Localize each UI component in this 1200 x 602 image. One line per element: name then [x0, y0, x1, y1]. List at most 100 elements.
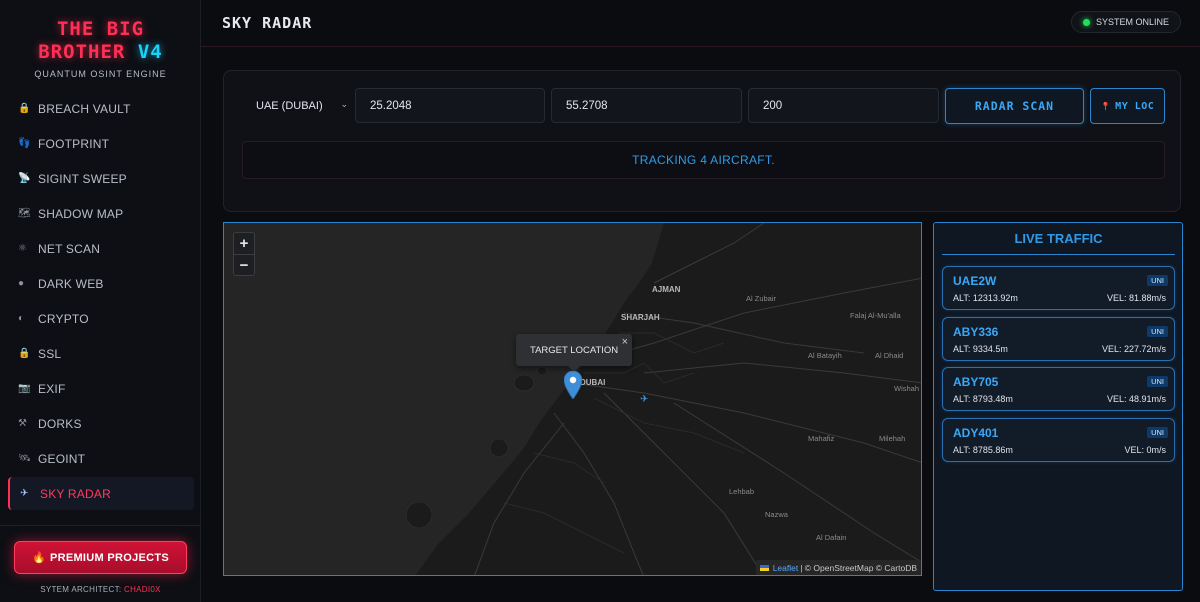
flight-altitude: ALT: 12313.92m	[953, 293, 1018, 303]
flight-callsign: ADY401	[953, 426, 999, 440]
target-location-popup: TARGET LOCATION ×	[516, 334, 632, 366]
app-root: THE BIG BROTHER V4 QUANTUM OSINT ENGINE …	[0, 0, 1200, 602]
sidebar: THE BIG BROTHER V4 QUANTUM OSINT ENGINE …	[0, 0, 201, 602]
architect-handle[interactable]: CHADI0X	[124, 585, 161, 594]
premium-label: PREMIUM PROJECTS	[49, 551, 170, 564]
flight-card[interactable]: ABY336 UNI ALT: 9334.5m VEL: 227.72m/s	[942, 317, 1175, 361]
sidebar-item-ssl[interactable]: 🔒 SSL	[8, 337, 194, 370]
flight-altitude: ALT: 8793.48m	[953, 394, 1013, 404]
satellite-icon: 🛰	[18, 453, 31, 464]
architect-credit: SYTEM ARCHITECT: CHADI0X	[0, 585, 201, 594]
brand-logo: THE BIG BROTHER V4 QUANTUM OSINT ENGINE	[0, 18, 201, 79]
tracking-status: TRACKING 4 AIRCRAFT.	[242, 141, 1165, 179]
sidebar-item-sigint-sweep[interactable]: 📡 SIGINT SWEEP	[8, 162, 194, 195]
scan-control-panel: UAE (DUBAI) ⌄ RADAR SCAN 📍 MY LOC TRACKI…	[223, 70, 1181, 212]
sidebar-item-exif[interactable]: 📷 EXIF	[8, 372, 194, 405]
system-status-badge: SYSTEM ONLINE	[1070, 11, 1181, 33]
zoom-control: + −	[233, 232, 255, 276]
flight-card[interactable]: ABY705 UNI ALT: 8793.48m VEL: 48.91m/s	[942, 367, 1175, 411]
flight-card[interactable]: ADY401 UNI ALT: 8785.86m VEL: 0m/s	[942, 418, 1175, 462]
sidebar-item-label: SSL	[38, 346, 62, 361]
brand-title-line2: BROTHER	[38, 41, 126, 63]
sidebar-item-footprint[interactable]: 👣 FOOTPRINT	[8, 127, 194, 160]
flight-badge: UNI	[1147, 326, 1168, 337]
flight-altitude: ALT: 9334.5m	[953, 344, 1008, 354]
camera-icon: 📷	[18, 383, 31, 394]
region-select[interactable]: UAE (DUBAI) ⌄	[242, 88, 354, 123]
sidebar-item-label: BREACH VAULT	[38, 101, 131, 116]
map-label: SHARJAH	[621, 313, 660, 322]
latitude-input[interactable]	[370, 99, 544, 112]
sidebar-item-sky-radar[interactable]: ✈ SKY RADAR	[8, 477, 194, 510]
leaflet-link[interactable]: Leaflet	[773, 563, 799, 573]
close-icon[interactable]: ×	[622, 336, 628, 348]
brand-title: THE BIG BROTHER V4	[0, 18, 201, 64]
flight-badge: UNI	[1147, 275, 1168, 286]
map-attribution: Leaflet | © OpenStreetMap © CartoDB	[755, 560, 921, 575]
page-title: SKY RADAR	[222, 14, 313, 32]
radius-input[interactable]	[763, 99, 938, 112]
status-dot-icon	[1082, 18, 1090, 26]
live-traffic-panel: LIVE TRAFFIC UAE2W UNI ALT: 12313.92m VE…	[933, 222, 1183, 591]
map-label: Falaj Al-Mu'alla	[850, 311, 901, 320]
flight-callsign: UAE2W	[953, 274, 997, 288]
sidebar-item-geoint[interactable]: 🛰 GEOINT	[8, 442, 194, 475]
flight-velocity: VEL: 227.72m/s	[1101, 344, 1166, 354]
top-bar: SKY RADAR SYSTEM ONLINE	[201, 0, 1200, 47]
map-label: Milehah	[879, 434, 906, 443]
sidebar-item-dorks[interactable]: ⚒ DORKS	[8, 407, 194, 440]
longitude-field[interactable]	[551, 88, 742, 123]
attribution-text: | © OpenStreetMap © CartoDB	[800, 562, 917, 573]
sidebar-item-label: SIGINT SWEEP	[38, 171, 127, 186]
my-location-button[interactable]: 📍 MY LOC	[1090, 88, 1165, 124]
map-label: DUBAI	[580, 378, 606, 387]
sidebar-item-label: CRYPTO	[38, 311, 89, 326]
onion-icon: ●	[18, 278, 25, 289]
sidebar-item-breach-vault[interactable]: 🔒 BREACH VAULT	[8, 92, 194, 125]
live-traffic-title: LIVE TRAFFIC	[942, 231, 1175, 255]
sidebar-item-crypto[interactable]: ◐ CRYPTO	[8, 302, 194, 335]
premium-projects-button[interactable]: 🔥 PREMIUM PROJECTS	[14, 541, 187, 574]
map-tiles	[224, 223, 921, 575]
sidebar-item-shadow-map[interactable]: 🗺 SHADOW MAP	[8, 197, 194, 230]
sidebar-item-label: GEOINT	[38, 451, 86, 466]
latitude-field[interactable]	[355, 88, 545, 123]
system-status-text: SYSTEM ONLINE	[1095, 17, 1169, 27]
map-icon: 🗺	[18, 208, 31, 219]
tools-icon: ⚒	[18, 418, 28, 429]
radar-map[interactable]: + − AJMAN SHARJAH DUBAI Al Zubair Falaj …	[223, 222, 922, 576]
brand-version: V4	[137, 41, 163, 63]
region-select-value: UAE (DUBAI)	[256, 99, 323, 112]
map-label: Mahafiz	[808, 434, 835, 443]
map-label: Al Zubair	[746, 294, 777, 303]
flight-badge: UNI	[1147, 427, 1168, 438]
radar-scan-button[interactable]: RADAR SCAN	[945, 88, 1084, 124]
flight-altitude: ALT: 8785.86m	[953, 445, 1013, 455]
sidebar-item-net-scan[interactable]: ⚛ NET SCAN	[8, 232, 194, 265]
flight-card[interactable]: UAE2W UNI ALT: 12313.92m VEL: 81.88m/s	[942, 266, 1175, 310]
satellite-dish-icon: 📡	[18, 173, 31, 184]
footprint-icon: 👣	[18, 138, 31, 149]
longitude-input[interactable]	[566, 99, 741, 112]
aircraft-marker-icon[interactable]: ✈	[640, 394, 648, 405]
sidebar-item-dark-web[interactable]: ● DARK WEB	[8, 267, 194, 300]
zoom-out-button[interactable]: −	[234, 254, 254, 275]
zoom-in-button[interactable]: +	[234, 233, 254, 254]
sidebar-nav: 🔒 BREACH VAULT 👣 FOOTPRINT 📡 SIGINT SWEE…	[8, 92, 194, 512]
sidebar-item-label: EXIF	[38, 381, 66, 396]
flight-velocity: VEL: 48.91m/s	[1106, 394, 1166, 404]
map-label: Nazwa	[765, 510, 788, 519]
brand-title-line1: THE BIG	[56, 18, 145, 40]
sidebar-item-label: FOOTPRINT	[38, 136, 110, 151]
sidebar-item-label: NET SCAN	[38, 241, 101, 256]
fire-icon: 🔥	[31, 552, 46, 564]
flight-callsign: ABY336	[953, 325, 999, 339]
lock-icon: 🔒	[18, 103, 31, 114]
ukraine-flag-icon	[759, 564, 769, 571]
chevron-down-icon: ⌄	[340, 99, 348, 109]
brand-subtitle: QUANTUM OSINT ENGINE	[34, 69, 167, 79]
flight-badge: UNI	[1147, 376, 1168, 387]
radius-field[interactable]	[748, 88, 939, 123]
coin-icon: ◐	[18, 313, 25, 324]
lock-icon: 🔒	[18, 348, 31, 359]
